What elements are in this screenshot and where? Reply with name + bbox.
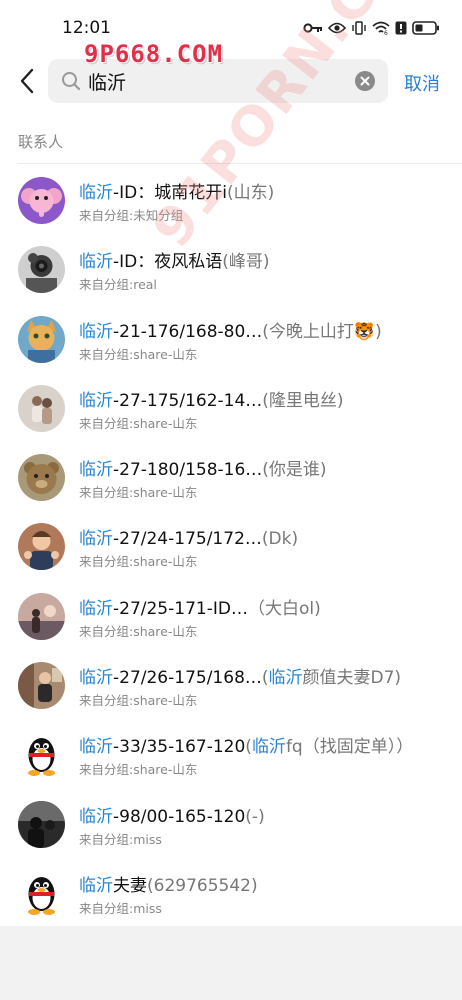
contact-group: 来自分组:share-山东	[79, 415, 198, 431]
contact-group: 来自分组:miss	[79, 900, 162, 916]
search-icon	[61, 71, 81, 95]
contact-name: 临沂-27/24-175/172…(Dk)	[79, 529, 299, 550]
key-icon	[303, 22, 323, 34]
status-icons: 6	[303, 18, 440, 38]
contact-name: 临沂-33/35-167-120(临沂fq（找固定单））	[79, 737, 414, 758]
contact-item[interactable]: 临沂-27-175/162-14…(隆里电丝) 来自分组:share-山东	[0, 374, 462, 443]
contact-group: 来自分组:share-山东	[79, 554, 198, 570]
painted-cat-avatar	[18, 315, 65, 363]
contact-group: 来自分组:miss	[79, 831, 162, 847]
eye-icon	[328, 22, 346, 34]
contact-name: 临沂-27-180/158-16…(你是谁)	[79, 460, 327, 481]
contact-group: 来自分组:share-山东	[79, 485, 198, 501]
contact-group: 来自分组:real	[79, 277, 157, 293]
contact-group: 来自分组:未知分组	[79, 208, 184, 223]
close-icon	[360, 76, 370, 86]
contact-item[interactable]: 临沂-27/24-175/172…(Dk) 来自分组:share-山东	[0, 512, 462, 581]
contact-item[interactable]: 临沂-33/35-167-120(临沂fq（找固定单）） 来自分组:share-…	[0, 720, 462, 789]
status-time: 12:01	[62, 18, 111, 38]
qq-penguin-avatar	[18, 869, 65, 917]
svg-text:6: 6	[384, 30, 388, 35]
pink-elephant-avatar	[18, 177, 65, 224]
contact-name: 临沂夫妻(629765542)	[79, 875, 258, 896]
back-button[interactable]	[14, 66, 40, 96]
status-bar: 12:01 6	[0, 0, 462, 52]
contact-item[interactable]: 临沂-27/25-171-ID…（大白ol) 来自分组:share-山东	[0, 582, 462, 651]
qq-penguin-avatar	[18, 731, 65, 779]
contact-group: 来自分组:share-山东	[79, 623, 198, 639]
wifi-icon: 6	[372, 21, 390, 35]
camera-photo-avatar	[18, 246, 65, 294]
child-photo-avatar	[18, 523, 65, 571]
contact-item[interactable]: 临沂-27/26-175/168…(临沂颜值夫妻D7) 来自分组:share-山…	[0, 651, 462, 720]
divider	[18, 163, 462, 164]
clear-search-button[interactable]	[355, 71, 375, 91]
contact-item[interactable]: 临沂-21-176/168-80…(今晚上山打🐯) 来自分组:share-山东	[0, 305, 462, 374]
section-title: 联系人	[18, 133, 64, 151]
contact-name: 临沂-27-175/162-14…(隆里电丝)	[79, 390, 344, 411]
alert-icon	[395, 21, 407, 35]
dark-photo-avatar	[18, 800, 65, 848]
contact-name: 临沂-27/25-171-ID…（大白ol)	[79, 598, 321, 619]
chevron-left-icon	[20, 68, 34, 94]
contact-item[interactable]: 临沂-27-180/158-16…(你是谁) 来自分组:share-山东	[0, 443, 462, 512]
contact-list: 临沂-ID：城南花开i(山东) 来自分组:未知分组 临沂-ID：夜风私语(峰哥)…	[0, 166, 462, 928]
contact-group: 来自分组:share-山东	[79, 762, 198, 778]
couple-photo-avatar	[18, 384, 65, 432]
contact-name: 临沂-21-176/168-80…(今晚上山打🐯)	[79, 321, 382, 342]
cancel-button[interactable]: 取消	[404, 70, 440, 96]
teddy-bear-avatar	[18, 454, 65, 502]
contact-group: 来自分组:share-山东	[79, 693, 198, 709]
vibrate-icon	[351, 20, 367, 36]
room-photo-avatar	[18, 662, 65, 710]
contact-group: 来自分组:share-山东	[79, 346, 198, 362]
contact-item[interactable]: 临沂-98/00-165-120(-) 来自分组:miss	[0, 790, 462, 859]
battery-icon	[412, 21, 440, 35]
contact-name: 临沂-98/00-165-120(-)	[79, 806, 265, 827]
contact-name: 临沂-27/26-175/168…(临沂颜值夫妻D7)	[79, 668, 402, 689]
contact-item[interactable]: 临沂-ID：夜风私语(峰哥) 来自分组:real	[0, 235, 462, 304]
sunset-photo-avatar	[18, 592, 65, 640]
contact-item[interactable]: 临沂夫妻(629765542) 来自分组:miss	[0, 859, 462, 928]
screen: 12:01 6 9P668.COM 91PORN.COM	[0, 0, 462, 1000]
watermark-top: 9P668.COM	[84, 40, 224, 68]
search-input[interactable]	[88, 67, 348, 95]
contact-name: 临沂-ID：夜风私语(峰哥)	[79, 252, 270, 273]
contact-item[interactable]: 临沂-ID：城南花开i(山东) 来自分组:未知分组	[0, 166, 462, 235]
contact-name: 临沂-ID：城南花开i(山东)	[79, 183, 275, 203]
